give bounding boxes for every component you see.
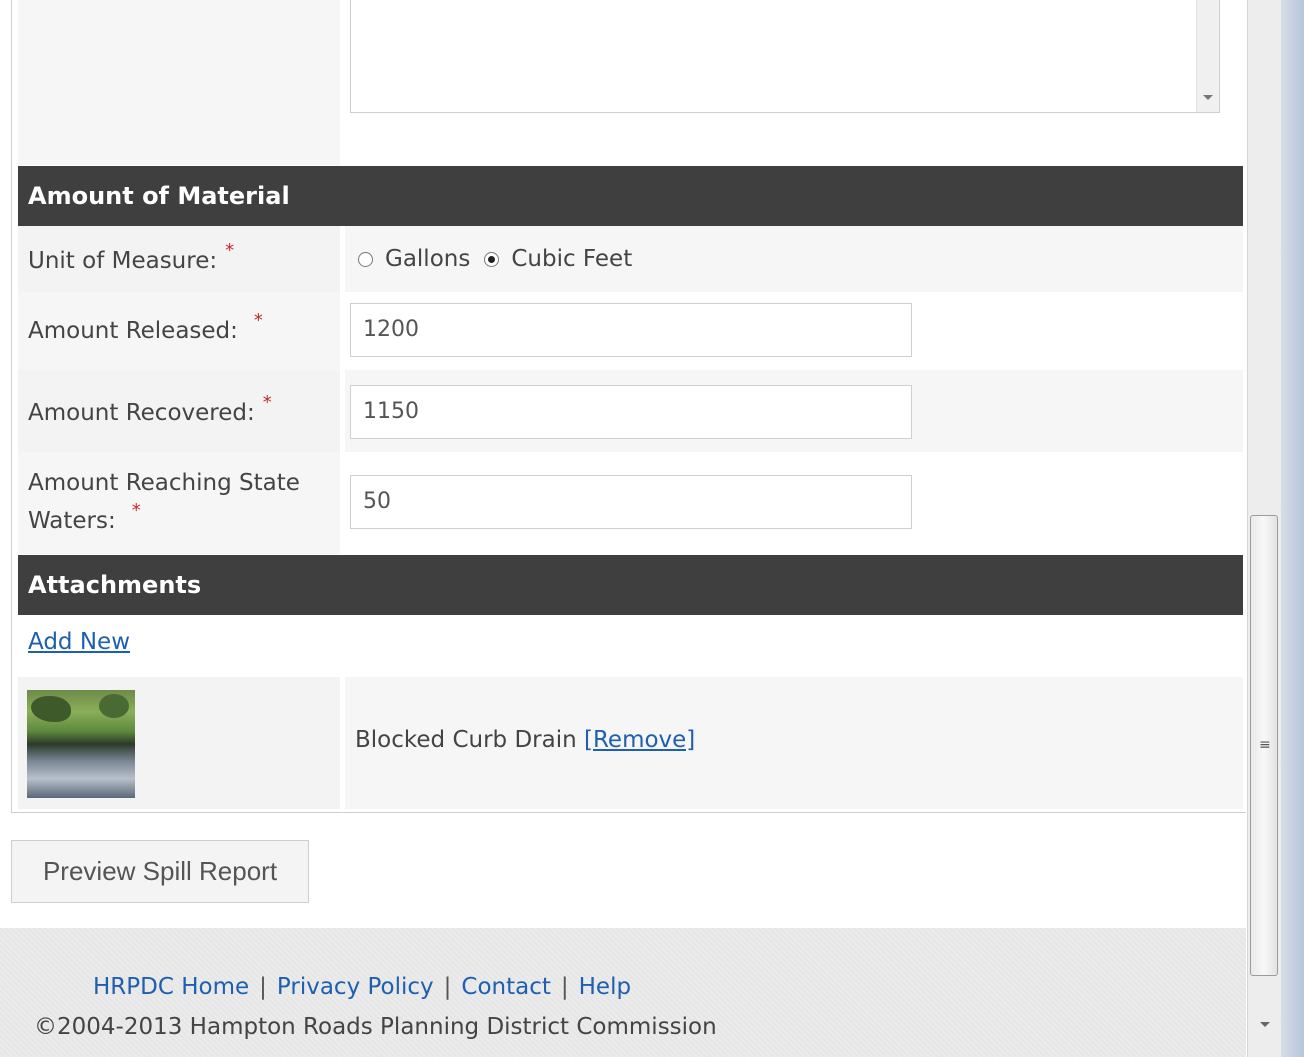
reaching-label-cell: Amount Reaching State Waters: * [18,452,340,554]
unit-label-cell: Unit of Measure: * [18,226,340,292]
remove-attachment-link[interactable]: [Remove] [584,727,695,753]
amount-released-input[interactable]: 1200 [350,303,912,357]
page-viewport: Amount of Material Unit of Measure: * Gal… [0,0,1246,1057]
attachment-item: Blocked Curb Drain [Remove] [355,727,695,753]
amount-reaching-label-line1: Amount Reaching State [28,470,300,496]
attachment-info-cell: Blocked Curb Drain [Remove] [345,677,1243,809]
required-marker: * [225,240,235,261]
unit-radio-group: Gallons Cubic Feet [358,244,646,274]
amount-reaching-label-line2: Waters: * [28,500,141,542]
footer-link-contact[interactable]: Contact [461,974,550,1000]
recovered-label-text: Amount Recovered: [28,400,255,426]
unit-label-text: Unit of Measure: [28,248,218,274]
scrollbar-track[interactable]: ≡ [1248,0,1282,1057]
reaching-label-line2-text: Waters: [28,508,116,534]
gallons-radio[interactable] [358,251,373,267]
add-new-row: Add New [18,615,1243,677]
amount-recovered-input[interactable]: 1150 [350,385,912,439]
amount-recovered-label: Amount Recovered: * [28,392,272,434]
attachments-header: Attachments [18,555,1243,615]
thumbnail-tree-shape [31,696,71,722]
released-label-cell: Amount Released: * [18,292,340,370]
add-new-link[interactable]: Add New [28,629,130,655]
footer-separator: | [259,974,267,1000]
scrollbar-thumb[interactable]: ≡ [1250,515,1278,976]
attachment-row: Blocked Curb Drain [Remove] [18,677,1243,809]
unit-of-measure-label: Unit of Measure: * [28,240,235,282]
scroll-down-arrow-icon[interactable] [1260,1022,1270,1027]
description-textarea[interactable] [350,0,1220,113]
released-label-text: Amount Released: [28,318,238,344]
footer-link-privacy-policy[interactable]: Privacy Policy [277,974,434,1000]
scroll-down-arrow-icon[interactable] [1203,95,1213,100]
page-footer: HRPDC Home | Privacy Policy | Contact | Help ©… [0,928,1246,1057]
amount-released-label: Amount Released: * [28,310,263,352]
footer-separator: | [560,974,569,1000]
required-marker: * [262,392,272,413]
amount-reaching-input[interactable]: 50 [350,475,912,529]
description-label-cell [18,0,340,165]
spill-report-form: Amount of Material Unit of Measure: * Gal… [11,0,1246,813]
recovered-label-cell: Amount Recovered: * [18,370,340,452]
cubic-feet-radio[interactable] [484,251,500,267]
gallons-label[interactable]: Gallons [385,244,470,274]
grip-icon: ≡ [1259,737,1271,753]
required-marker: * [253,310,263,331]
footer-links: HRPDC Home | Privacy Policy | Contact | Help [93,968,631,1006]
page-scrollbar[interactable]: ≡ [1247,0,1304,1057]
textarea-scrollbar[interactable] [1196,0,1219,112]
attachment-thumbnail-image[interactable] [27,690,135,798]
copyright-text: ©2004-2013 Hampton Roads Planning Distri… [34,1014,717,1040]
window-frame-edge [1281,0,1304,1057]
amount-of-material-header: Amount of Material [18,166,1243,226]
thumbnail-tree-shape [99,694,129,718]
attachment-name: Blocked Curb Drain [355,727,577,753]
footer-separator: | [443,974,452,1000]
cubic-feet-label[interactable]: Cubic Feet [511,244,632,274]
footer-link-help[interactable]: Help [579,974,631,1000]
preview-spill-report-button[interactable]: Preview Spill Report [11,840,309,903]
required-marker: * [131,500,141,521]
footer-link-hrpdc-home[interactable]: HRPDC Home [93,974,249,1000]
